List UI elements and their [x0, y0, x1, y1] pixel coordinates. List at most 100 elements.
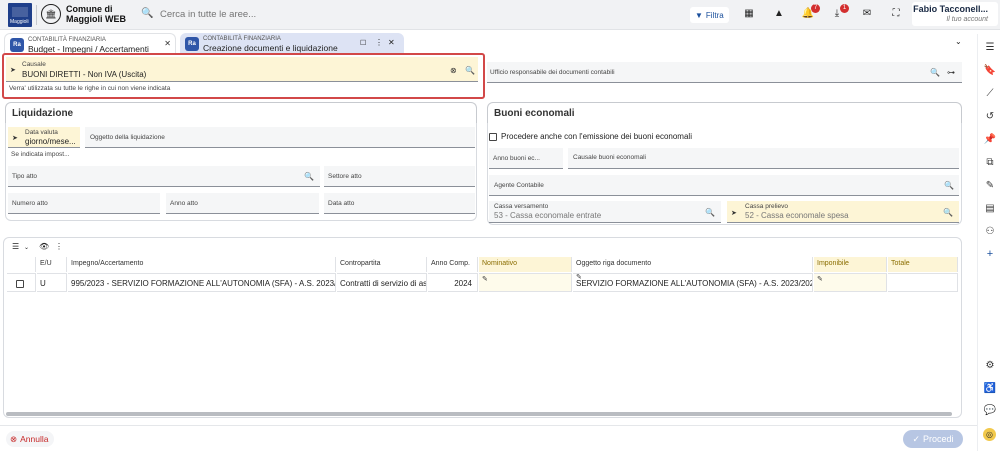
warning-icon[interactable]: ▲	[772, 8, 786, 19]
cassa-prelievo-value: 52 - Cassa economale spesa	[745, 211, 849, 220]
filter-button[interactable]: ▼ Filtra	[690, 7, 729, 23]
add-icon[interactable]: +	[983, 248, 997, 260]
tab-title: Creazione documenti e liquidazione	[203, 43, 338, 53]
document-icon[interactable]: ▤	[983, 203, 997, 214]
more-options-icon[interactable]: ⋮	[55, 242, 63, 251]
column-header[interactable]: Totale	[888, 257, 958, 272]
hierarchy-icon[interactable]: ⊶	[947, 68, 955, 77]
causale-field[interactable]: ➤ Causale BUONI DIRETTI - Non IVA (Uscit…	[6, 57, 478, 82]
anno-atto-field[interactable]: Anno atto	[166, 193, 319, 214]
tab-category: CONTABILITÀ FINANZIARIA	[28, 37, 106, 43]
bookmark-icon[interactable]: 🔖	[983, 65, 997, 76]
horizontal-scrollbar[interactable]	[6, 412, 952, 416]
dashboard-icon[interactable]: ▦	[742, 8, 756, 19]
causale-hint: Verra' utilizzata su tutte le righe in c…	[9, 85, 171, 92]
accessibility-icon[interactable]: ♿	[983, 383, 997, 394]
search-icon[interactable]: 🔍	[705, 208, 715, 217]
column-header[interactable]: Oggetto riga documento	[573, 257, 813, 272]
search-icon[interactable]: 🔍	[304, 172, 314, 181]
numero-atto-field[interactable]: Numero atto	[8, 193, 160, 214]
tab-bar: Ra CONTABILITÀ FINANZIARIA Budget - Impe…	[0, 31, 975, 54]
chevron-down-icon[interactable]: ⌄	[24, 244, 29, 251]
causale-buoni-label: Causale buoni economali	[573, 154, 646, 161]
search-icon[interactable]: 🔍	[944, 181, 954, 190]
list-icon[interactable]: ☰	[983, 42, 997, 53]
agente-contabile-field[interactable]: Agente Contabile 🔍	[489, 175, 959, 196]
app-icon: Ra	[185, 37, 199, 51]
annulla-button[interactable]: ⊗ Annulla	[6, 431, 55, 447]
row-checkbox[interactable]	[16, 280, 24, 288]
users-icon[interactable]: ⚇	[983, 226, 997, 237]
column-header[interactable]: Imponibile	[814, 257, 887, 272]
search-icon[interactable]: 🔍	[943, 208, 953, 217]
tab-creazione-documenti[interactable]: Ra CONTABILITÀ FINANZIARIA Creazione doc…	[180, 33, 404, 53]
chat-icon[interactable]: 💬	[983, 405, 997, 416]
data-atto-field[interactable]: Data atto	[324, 193, 475, 214]
institution-icon[interactable]: 🏛	[41, 4, 61, 24]
filter-icon: ▼	[695, 10, 703, 20]
tipo-atto-field[interactable]: Tipo atto 🔍	[8, 166, 320, 187]
pin-icon[interactable]: ☐	[360, 39, 366, 47]
required-icon: ➤	[10, 67, 16, 74]
fullscreen-icon[interactable]: ⛶	[889, 8, 903, 19]
gear-icon[interactable]: ⚙	[983, 360, 997, 371]
menu-icon[interactable]: ☰	[12, 242, 19, 251]
search-icon[interactable]: 🔍	[465, 66, 475, 75]
anno-buoni-field[interactable]: Anno buoni ec...	[489, 148, 563, 169]
divider	[36, 5, 37, 25]
required-icon: ➤	[12, 135, 18, 142]
column-header[interactable]: E/U	[37, 257, 67, 272]
close-icon[interactable]: ✕	[164, 39, 171, 48]
oggetto-liquidazione-field[interactable]: Oggetto della liquidazione	[85, 127, 475, 148]
right-sidebar: ☰ 🔖 ⟋ ↺ 📌 ⧉ ✎ ▤ ⚇ + ⚙ ♿ 💬 ◎	[977, 34, 1000, 451]
search-icon[interactable]: 🔍	[930, 68, 940, 77]
edit-icon: ✎	[482, 276, 488, 283]
tab-budget-impegni[interactable]: Ra CONTABILITÀ FINANZIARIA Budget - Impe…	[4, 33, 176, 54]
data-valuta-label: Data valuta	[25, 129, 58, 136]
history-icon[interactable]: ↺	[983, 111, 997, 122]
clear-icon[interactable]: ⊗	[450, 66, 457, 75]
emissione-buoni-checkbox[interactable]	[489, 133, 497, 141]
cell-eu: U	[37, 273, 67, 292]
chevron-down-icon[interactable]: ⌄	[955, 37, 962, 46]
data-valuta-value: giorno/mese...	[25, 137, 76, 146]
column-header[interactable]: Impegno/Accertamento	[68, 257, 336, 272]
cassa-versamento-field[interactable]: Cassa versamento 53 - Cassa economale en…	[489, 201, 721, 223]
procedi-button[interactable]: ✓ Procedi	[903, 430, 963, 448]
mail-icon[interactable]: ✉	[860, 8, 874, 19]
cell-nominativo[interactable]: ✎	[479, 273, 572, 292]
user-account[interactable]: Fabio Tacconell... Il tuo account	[912, 2, 998, 26]
download-icon[interactable]: ⤓ 1	[830, 4, 849, 19]
ufficio-label: Ufficio responsabile dei documenti conta…	[490, 69, 615, 76]
column-header[interactable]: Nominativo	[479, 257, 572, 272]
data-valuta-field[interactable]: ➤ Data valuta giorno/mese...	[8, 127, 80, 148]
pin-icon[interactable]: 📌	[983, 134, 997, 145]
edit-icon: ✎	[817, 276, 823, 283]
cell-anno: 2024	[428, 273, 478, 292]
eye-icon[interactable]: 👁	[39, 242, 49, 251]
cell-imponibile[interactable]: ✎	[814, 273, 887, 292]
edit-document-icon[interactable]: ✎	[983, 180, 997, 191]
cell-contropartita: Contratti di servizio di assistenza	[337, 273, 427, 292]
cassa-prelievo-field[interactable]: ➤ Cassa prelievo 52 - Cassa economale sp…	[727, 201, 959, 223]
global-search-input[interactable]	[160, 9, 460, 20]
close-icon[interactable]: ✕	[388, 38, 395, 47]
institution-name[interactable]: Comune di Maggioli WEB	[66, 4, 136, 24]
cassa-versamento-value: 53 - Cassa economale entrate	[494, 211, 602, 220]
cell-oggetto[interactable]: ✎ SERVIZIO FORMAZIONE ALL'AUTONOMIA (SFA…	[573, 273, 813, 292]
column-select	[7, 257, 36, 272]
column-header[interactable]: Contropartita	[337, 257, 427, 272]
trend-icon[interactable]: ⟋	[983, 88, 997, 99]
anno-buoni-label: Anno buoni ec...	[493, 155, 540, 162]
support-icon[interactable]: ◎	[983, 428, 996, 441]
column-header[interactable]: Anno Comp.	[428, 257, 478, 272]
tab-category: CONTABILITÀ FINANZIARIA	[203, 36, 281, 42]
copy-icon[interactable]: ⧉	[983, 157, 997, 168]
required-icon: ➤	[731, 210, 737, 217]
more-options-icon[interactable]: ⋮	[375, 38, 383, 47]
causale-buoni-field[interactable]: Causale buoni economali	[568, 148, 959, 169]
ufficio-field[interactable]: Ufficio responsabile dei documenti conta…	[487, 62, 962, 83]
bell-icon[interactable]: 🔔 7	[801, 4, 820, 19]
settore-atto-field[interactable]: Settore atto	[324, 166, 475, 187]
maggioli-logo: Maggioli	[8, 3, 32, 27]
